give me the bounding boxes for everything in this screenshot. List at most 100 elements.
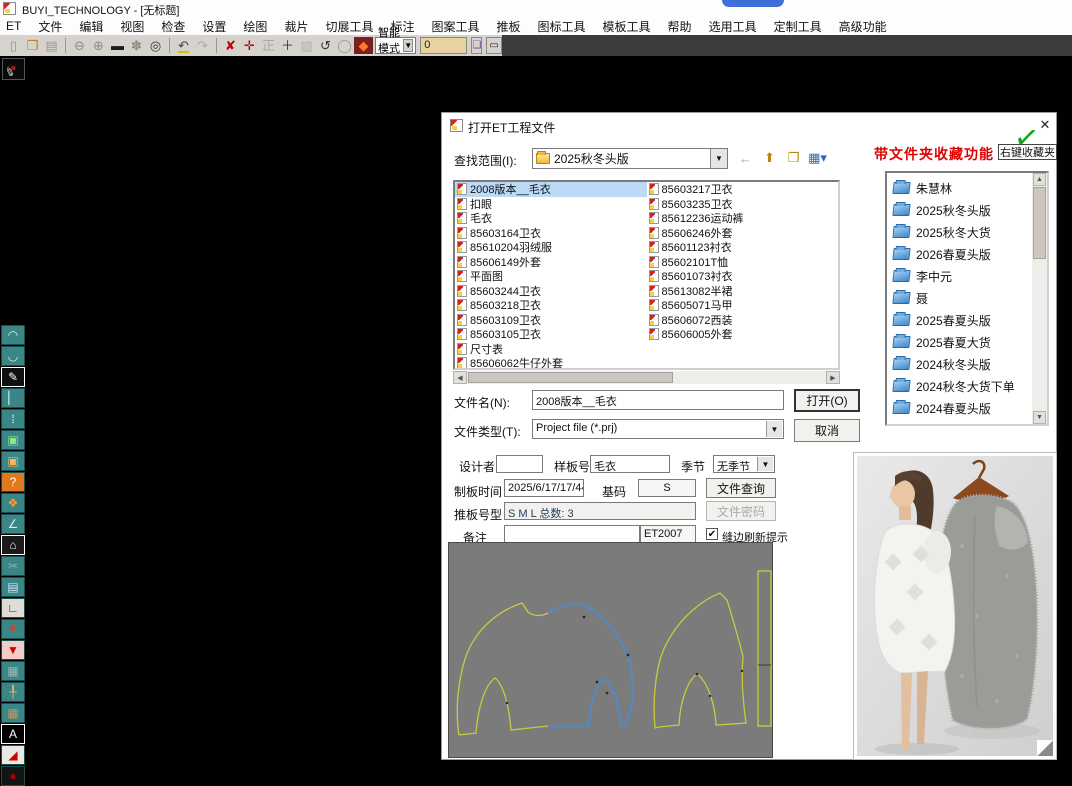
cross-icon[interactable]: ＋ (278, 37, 297, 54)
menu-item[interactable]: 图案工具 (431, 18, 479, 35)
up-folder-icon[interactable]: ⬆ (760, 149, 779, 167)
table-tool-icon[interactable]: ▦ (1, 661, 25, 681)
file-item[interactable]: 85613082半裙 (647, 284, 839, 299)
chart-tool-icon[interactable]: ∟ (1, 598, 25, 618)
menu-item[interactable]: 图标工具 (538, 18, 586, 35)
file-item[interactable]: 扣眼 (455, 197, 647, 212)
file-password-button[interactable]: 文件密码 (706, 501, 776, 521)
file-item[interactable]: 85603244卫衣 (455, 284, 647, 299)
open-folder-icon[interactable]: ❐ (23, 37, 42, 54)
menu-item[interactable]: 定制工具 (774, 18, 822, 35)
menu-item[interactable]: 切展工具 (325, 18, 373, 35)
file-item[interactable]: 尺寸表 (455, 342, 647, 357)
file-item[interactable]: 85606005外套 (647, 327, 839, 342)
menu-item[interactable]: 模板工具 (603, 18, 651, 35)
file-item[interactable]: 85603218卫衣 (455, 298, 647, 313)
text-tool-icon[interactable]: A (1, 724, 25, 744)
vline-tool-icon[interactable]: ▏ (1, 388, 25, 408)
delete-point-icon[interactable]: ✘ (221, 37, 240, 54)
move-icon[interactable]: ✛ (240, 37, 259, 54)
favorite-folder-item[interactable]: 2024春夏头版 (893, 397, 1032, 419)
chevron-down-icon[interactable]: ▼ (403, 39, 413, 52)
horizontal-scrollbar[interactable]: ◀ ▶ (453, 371, 840, 384)
menu-item[interactable]: 视图 (120, 18, 144, 35)
needle-tool-icon[interactable]: ✎ (1, 367, 25, 387)
view-menu-icon[interactable]: ▦▾ (808, 149, 827, 167)
chevron-down-icon[interactable]: ▼ (766, 421, 782, 437)
open-button[interactable]: 打开(O) (794, 389, 860, 412)
menu-item[interactable]: 文件 (38, 18, 62, 35)
look-in-select[interactable]: 2025秋冬头版 ▼ (532, 148, 728, 169)
file-item[interactable]: 85603164卫衣 (455, 226, 647, 241)
file-item[interactable]: 85601073衬衣 (647, 269, 839, 284)
file-item[interactable]: 2008版本__毛衣 (455, 182, 647, 197)
favorite-folder-item[interactable]: 2025秋冬头版 (893, 199, 1032, 221)
zoom-in-icon[interactable]: ⊕ (89, 37, 108, 54)
new-doc-icon[interactable]: ▯ (4, 37, 23, 54)
note-input[interactable] (504, 525, 640, 543)
drawer-icon[interactable]: ▭ (486, 37, 502, 54)
laser-pointer-icon[interactable]: ⁍ (2, 58, 25, 80)
seam-refresh-checkbox[interactable]: ✔ (706, 528, 718, 540)
help-tool-icon[interactable]: ? (1, 472, 25, 492)
scrollbar-thumb[interactable] (468, 372, 673, 383)
menu-item[interactable]: 设置 (202, 18, 226, 35)
cancel-button[interactable]: 取消 (794, 419, 860, 442)
file-item[interactable]: 85601123衬衣 (647, 240, 839, 255)
pan-hand-icon[interactable]: ✽ (127, 37, 146, 54)
scroll-up-icon[interactable]: ▲ (1033, 173, 1046, 186)
vertical-scrollbar[interactable]: ▲ ▼ (1032, 173, 1047, 424)
screen-icon[interactable]: ▬ (108, 37, 127, 54)
file-item[interactable]: 85605071马甲 (647, 298, 839, 313)
pattern-no-input[interactable]: 毛衣 (590, 455, 670, 473)
menu-item[interactable]: 高级功能 (839, 18, 887, 35)
menu-item[interactable]: 选用工具 (709, 18, 757, 35)
flag-tool-icon[interactable]: ◢ (1, 745, 25, 765)
red-funnel-tool-icon[interactable]: ▼ (1, 640, 25, 660)
favorite-folder-item[interactable]: 2026春夏头版 (893, 243, 1032, 265)
grid-faded-tool-icon[interactable]: ▦ (1, 703, 25, 723)
blob-tool-icon[interactable]: ● (1, 766, 25, 786)
favorite-folder-item[interactable]: 朱慧林 (893, 177, 1032, 199)
menu-item[interactable]: 编辑 (79, 18, 103, 35)
measure-tool-icon[interactable]: ∠ (1, 514, 25, 534)
menu-item[interactable]: 推板 (497, 18, 521, 35)
file-item[interactable]: 毛衣 (455, 211, 647, 226)
menu-item[interactable]: 帮助 (668, 18, 692, 35)
align-icon[interactable]: 正 (259, 37, 278, 54)
file-item[interactable]: 85606062牛仔外套 (455, 356, 647, 370)
file-query-button[interactable]: 文件查询 (706, 478, 776, 498)
menu-item[interactable]: ET (6, 19, 21, 33)
value-input[interactable]: 0 (420, 37, 467, 54)
file-item[interactable]: 85602101T恤 (647, 255, 839, 270)
menu-item[interactable]: 检查 (161, 18, 185, 35)
arc-tool-icon[interactable]: ◡ (1, 346, 25, 366)
favorite-folder-item[interactable]: 2025春夏大货 (893, 331, 1032, 353)
chevron-down-icon[interactable]: ▼ (757, 457, 773, 471)
mode-select[interactable]: 智能模式F5 ▼ (375, 37, 416, 54)
file-item[interactable]: 85603217卫衣 (647, 182, 839, 197)
file-item[interactable]: 85606246外套 (647, 226, 839, 241)
ruler-figure-tool-icon[interactable]: ╀ (1, 682, 25, 702)
pattern-rect-tool-icon[interactable]: ▣ (1, 451, 25, 471)
file-item[interactable]: 85612236运动裤 (647, 211, 839, 226)
scissors-tool-icon[interactable]: ✂ (1, 556, 25, 576)
save-icon[interactable]: ▤ (42, 37, 61, 54)
scroll-down-icon[interactable]: ▼ (1033, 411, 1046, 424)
file-item[interactable]: 85603235卫衣 (647, 197, 839, 212)
file-item[interactable]: 平面图 (455, 269, 647, 284)
rotate-icon[interactable]: ↺ (316, 37, 335, 54)
palette-icon[interactable]: ◆ (354, 37, 373, 54)
save-disk-tool-icon[interactable]: ▤ (1, 577, 25, 597)
roof-tool-icon[interactable]: ⌂ (1, 535, 25, 555)
undo-icon[interactable]: ↶ (174, 37, 193, 54)
season-select[interactable]: 无季节 ▼ (713, 455, 775, 473)
file-type-select[interactable]: Project file (*.prj) ▼ (532, 419, 784, 439)
favorite-folder-item[interactable]: 2024秋冬大货下单 (893, 375, 1032, 397)
file-item[interactable]: 85606149外套 (455, 255, 647, 270)
rect-tool-icon[interactable]: ▣ (1, 430, 25, 450)
zoom-out-icon[interactable]: ⊖ (70, 37, 89, 54)
funnel-tool-icon[interactable]: ▼ (1, 619, 25, 639)
favorite-folder-item[interactable]: 2025春夏头版 (893, 309, 1032, 331)
chevron-down-icon[interactable]: ▼ (710, 149, 727, 168)
